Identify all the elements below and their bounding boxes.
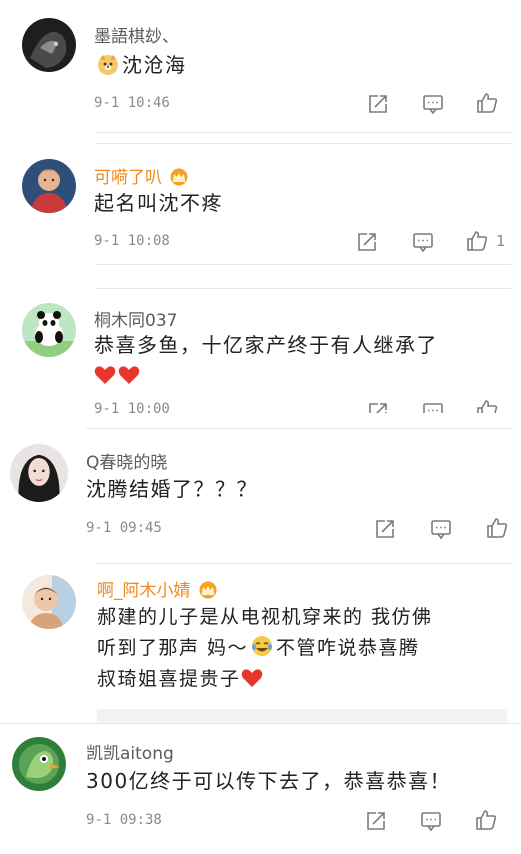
thumbs-up-icon[interactable] (474, 808, 498, 832)
divider (0, 723, 521, 724)
share-icon[interactable] (373, 517, 397, 541)
divider (95, 132, 511, 133)
comment-item: 桐木同037 恭喜多鱼，十亿家产终于有人继承了 9-1 10:00 (0, 288, 521, 413)
comment-item: 啊_阿木小婧 郝建的儿子是从电视机穿来的 我仿佛 听到了那声 妈～ 不管咋说恭喜腾… (0, 563, 521, 723)
comment-text-line: 听到了那声 妈～ 不管咋说恭喜腾 (97, 633, 433, 664)
comment-text-line: 郝建的儿子是从电视机穿来的 我仿佛 (97, 606, 433, 628)
avatar[interactable] (12, 737, 66, 791)
comment-text-line: 300亿终于可以传下去了，恭喜恭喜！ (86, 769, 452, 793)
share-icon[interactable] (366, 92, 390, 116)
username[interactable]: Q春晓的晓 (86, 448, 167, 473)
username[interactable]: 可嗬了叭 (94, 163, 190, 188)
comment-item: Q春晓的晓 沈腾结婚了？？？ 9-1 09:45 (0, 428, 521, 560)
timestamp: 9-1 09:38 (86, 812, 162, 828)
emoji-row (94, 360, 438, 390)
divider (95, 563, 511, 564)
comment-text-line: 叔琦姐喜提贵子 (97, 664, 433, 695)
divider (95, 264, 511, 265)
avatar[interactable] (22, 575, 76, 629)
comment-icon[interactable] (429, 517, 453, 541)
comment-text: 起名叫沈不疼 (94, 188, 223, 218)
heart-icon (241, 669, 262, 687)
username[interactable]: 墨語棋玅、 (94, 22, 179, 47)
like-count: 1 (496, 232, 506, 250)
comment-item: 凯凯aitong 300亿终于可以传下去了，恭喜恭喜！ 9-1 09:38 (0, 723, 521, 854)
comment-icon[interactable] (419, 809, 443, 833)
comment-text: 郝建的儿子是从电视机穿来的 我仿佛 听到了那声 妈～ 不管咋说恭喜腾 叔琦姐喜提贵… (97, 602, 433, 695)
thumbs-up-icon[interactable] (465, 229, 489, 253)
doge-emoji-icon (98, 55, 118, 75)
comment-text: 恭喜多鱼，十亿家产终于有人继承了 (94, 330, 438, 390)
username[interactable]: 桐木同037 (94, 306, 177, 331)
comment-text: 沈腾结婚了？？？ (86, 474, 258, 504)
avatar[interactable] (10, 444, 68, 502)
avatar[interactable] (22, 18, 76, 72)
crown-icon (170, 168, 188, 186)
comment-text-line: 起名叫沈不疼 (94, 191, 223, 215)
share-icon[interactable] (366, 400, 390, 413)
timestamp: 9-1 10:08 (94, 233, 170, 249)
share-icon[interactable] (364, 809, 388, 833)
comment-item: 可嗬了叭 起名叫沈不疼 9-1 10:08 1 (0, 143, 521, 273)
comment-icon[interactable] (411, 230, 435, 254)
timestamp: 9-1 09:45 (86, 520, 162, 536)
avatar[interactable] (22, 303, 76, 357)
username[interactable]: 啊_阿木小婧 (97, 576, 219, 601)
username-text[interactable]: 可嗬了叭 (94, 168, 162, 188)
crown-icon (199, 581, 216, 599)
comment-text: 沈沧海 (94, 50, 187, 80)
thumbs-up-icon[interactable] (475, 91, 499, 115)
username[interactable]: 凯凯aitong (86, 739, 174, 764)
divider (86, 428, 511, 429)
heart-icon (118, 366, 140, 384)
reply-preview-box[interactable] (97, 709, 507, 723)
avatar[interactable] (22, 159, 76, 213)
comment-item: 墨語棋玅、 沈沧海 9-1 10:46 (0, 0, 521, 135)
timestamp: 9-1 10:00 (94, 401, 170, 413)
comment-icon[interactable] (421, 92, 445, 116)
comment-text-line: 恭喜多鱼，十亿家产终于有人继承了 (94, 333, 438, 357)
divider (95, 143, 511, 144)
timestamp: 9-1 10:46 (94, 95, 170, 111)
share-icon[interactable] (355, 230, 379, 254)
comment-text-line: 沈腾结婚了？？？ (86, 477, 258, 501)
thumbs-up-icon[interactable] (475, 398, 499, 413)
divider (95, 288, 511, 289)
thumbs-up-icon[interactable] (485, 516, 509, 540)
comment-text-line: 沈沧海 (122, 53, 187, 77)
username-text[interactable]: 啊_阿木小婧 (97, 581, 191, 601)
comment-icon[interactable] (421, 400, 445, 413)
heart-icon (94, 366, 116, 384)
laughing-crying-emoji-icon (252, 636, 273, 656)
comment-text: 300亿终于可以传下去了，恭喜恭喜！ (86, 766, 451, 796)
